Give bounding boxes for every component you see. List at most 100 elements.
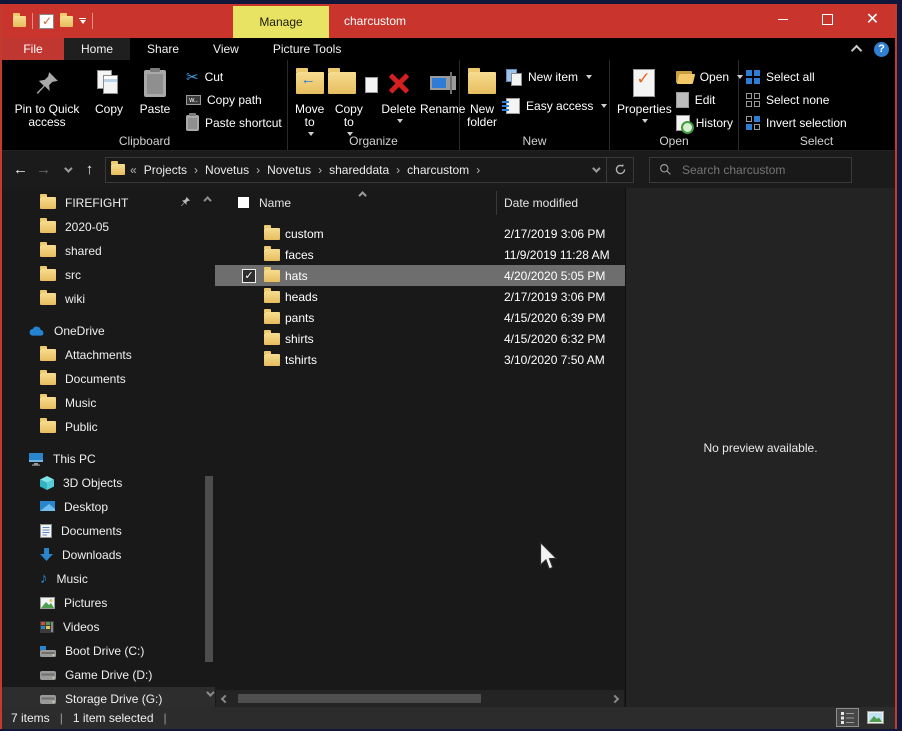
sidebar-item-wiki[interactable]: wiki — [2, 287, 215, 311]
file-row-hats[interactable]: ✓ hats 4/20/2020 5:05 PM — [215, 265, 625, 286]
horizontal-scrollbar[interactable] — [216, 690, 624, 707]
sidebar-item-desktop[interactable]: Desktop — [2, 495, 215, 519]
sidebar-item-3d-objects[interactable]: 3D Objects — [2, 471, 215, 495]
copy-button[interactable]: Copy — [87, 65, 131, 117]
sidebar-scrollbar[interactable] — [203, 188, 215, 707]
new-folder-icon[interactable] — [60, 16, 73, 27]
sidebar-item-src[interactable]: src — [2, 263, 215, 287]
maximize-button[interactable] — [805, 4, 850, 35]
search-box[interactable] — [649, 157, 852, 183]
select-none-button[interactable]: Select none — [746, 89, 847, 111]
breadcrumb-segment[interactable]: charcustom — [401, 158, 475, 182]
breadcrumb-segment[interactable]: shareddata — [323, 158, 395, 182]
sidebar-item-boot-drive-c[interactable]: Boot Drive (C:) — [2, 639, 215, 663]
sidebar-item-documents[interactable]: Documents — [2, 519, 215, 543]
tab-view[interactable]: View — [196, 38, 256, 60]
delete-button[interactable]: Delete — [379, 65, 418, 124]
file-row-faces[interactable]: faces 11/9/2019 11:28 AM — [215, 244, 625, 265]
details-view-button[interactable] — [836, 708, 859, 727]
properties-icon[interactable] — [39, 14, 54, 29]
row-checkbox[interactable]: ✓ — [242, 269, 256, 283]
separator — [92, 13, 93, 29]
sidebar-item-onedrive[interactable]: OneDrive — [2, 319, 215, 343]
close-button[interactable]: ✕ — [850, 4, 895, 35]
address-dropdown-icon[interactable] — [592, 164, 600, 172]
scroll-up-icon[interactable] — [203, 196, 211, 204]
edit-button[interactable]: Edit — [676, 89, 743, 111]
file-row-shirts[interactable]: shirts 4/15/2020 6:32 PM — [215, 328, 625, 349]
file-row-custom[interactable]: custom 2/17/2019 3:06 PM — [215, 223, 625, 244]
breadcrumb-segment[interactable]: Novetus — [261, 158, 317, 182]
refresh-button[interactable] — [607, 157, 634, 183]
scroll-right-icon[interactable] — [611, 695, 619, 703]
ribbon-group-open: Properties Open Edit History Open — [610, 60, 739, 150]
sidebar-item-downloads[interactable]: Downloads — [2, 543, 215, 567]
tab-home[interactable]: Home — [64, 38, 130, 60]
monitor-icon — [28, 452, 44, 466]
scrollbar-thumb[interactable] — [238, 694, 481, 703]
select-all-button[interactable]: Select all — [746, 66, 847, 88]
copy-path-button[interactable]: w.. Copy path — [186, 89, 282, 111]
move-to-button[interactable]: ← Move to — [293, 65, 326, 137]
sidebar-item-documents-onedrive[interactable]: Documents — [2, 367, 215, 391]
breadcrumb-segment[interactable]: Projects — [138, 158, 193, 182]
sidebar-item-music-onedrive[interactable]: Music — [2, 391, 215, 415]
select-all-checkbox[interactable] — [238, 197, 249, 208]
manage-contextual-tab[interactable]: Manage — [233, 6, 329, 38]
pin-icon — [180, 196, 191, 207]
column-header-date-modified[interactable]: Date modified — [504, 196, 578, 210]
breadcrumb-overflow[interactable]: « — [129, 163, 138, 177]
invert-selection-button[interactable]: Invert selection — [746, 112, 847, 134]
tab-picture-tools[interactable]: Picture Tools — [256, 38, 358, 60]
invert-selection-icon — [746, 116, 760, 130]
file-row-tshirts[interactable]: tshirts 3/10/2020 7:50 AM — [215, 349, 625, 370]
move-to-icon: ← — [296, 66, 324, 100]
column-header-name[interactable]: Name — [259, 196, 291, 210]
copy-to-button[interactable]: Copy to — [326, 65, 371, 137]
up-icon[interactable]: ↑ — [78, 158, 101, 182]
tab-share[interactable]: Share — [130, 38, 196, 60]
sidebar-item-this-pc[interactable]: This PC — [2, 447, 215, 471]
sidebar-item-pictures[interactable]: Pictures — [2, 591, 215, 615]
scrollbar-thumb[interactable] — [205, 476, 213, 662]
preview-pane: No preview available. — [625, 188, 895, 707]
collapse-ribbon-icon[interactable] — [851, 45, 862, 56]
column-divider[interactable] — [496, 191, 497, 215]
minimize-button[interactable] — [760, 4, 805, 35]
sidebar-item-shared[interactable]: shared — [2, 239, 215, 263]
search-input[interactable] — [680, 162, 834, 178]
copy-icon — [97, 66, 121, 100]
file-menu-button[interactable]: File — [2, 38, 64, 60]
help-icon[interactable]: ? — [874, 42, 889, 57]
scroll-left-icon[interactable] — [221, 695, 229, 703]
breadcrumb[interactable]: « Projects › Novetus › Novetus › sharedd… — [105, 157, 607, 183]
sidebar-item-game-drive-d[interactable]: Game Drive (D:) — [2, 663, 215, 687]
sidebar-item-2020-05[interactable]: 2020-05 — [2, 215, 215, 239]
sidebar-item-attachments[interactable]: Attachments — [2, 343, 215, 367]
new-item-button[interactable]: New item — [506, 66, 607, 88]
forward-icon[interactable]: → — [32, 158, 55, 182]
file-row-heads[interactable]: heads 2/17/2019 3:06 PM — [215, 286, 625, 307]
customize-qat-icon[interactable] — [79, 18, 86, 24]
recent-locations-icon[interactable] — [55, 158, 78, 182]
paste-shortcut-button[interactable]: Paste shortcut — [186, 112, 282, 134]
folder-icon — [264, 312, 280, 324]
paste-button[interactable]: Paste — [131, 65, 179, 117]
folder-icon[interactable] — [13, 16, 26, 27]
properties-button[interactable]: Properties — [615, 65, 674, 124]
sidebar-item-videos[interactable]: Videos — [2, 615, 215, 639]
file-row-pants[interactable]: pants 4/15/2020 6:39 PM — [215, 307, 625, 328]
sidebar-item-music[interactable]: ♪ Music — [2, 567, 215, 591]
sidebar-item-public[interactable]: Public — [2, 415, 215, 439]
cut-button[interactable]: ✂ Cut — [186, 66, 282, 88]
open-button[interactable]: Open — [676, 66, 743, 88]
scroll-down-icon[interactable] — [206, 688, 214, 696]
thumbnail-view-button[interactable] — [864, 708, 887, 727]
pin-to-quick-access-button[interactable]: Pin to Quick access — [7, 65, 87, 130]
back-icon[interactable]: ← — [9, 158, 32, 182]
easy-access-button[interactable]: Easy access — [506, 95, 607, 117]
history-button[interactable]: History — [676, 112, 743, 134]
sidebar-item-firefight[interactable]: FIREFIGHT — [2, 191, 215, 215]
new-folder-button[interactable]: New folder — [465, 65, 499, 130]
breadcrumb-segment[interactable]: Novetus — [199, 158, 255, 182]
